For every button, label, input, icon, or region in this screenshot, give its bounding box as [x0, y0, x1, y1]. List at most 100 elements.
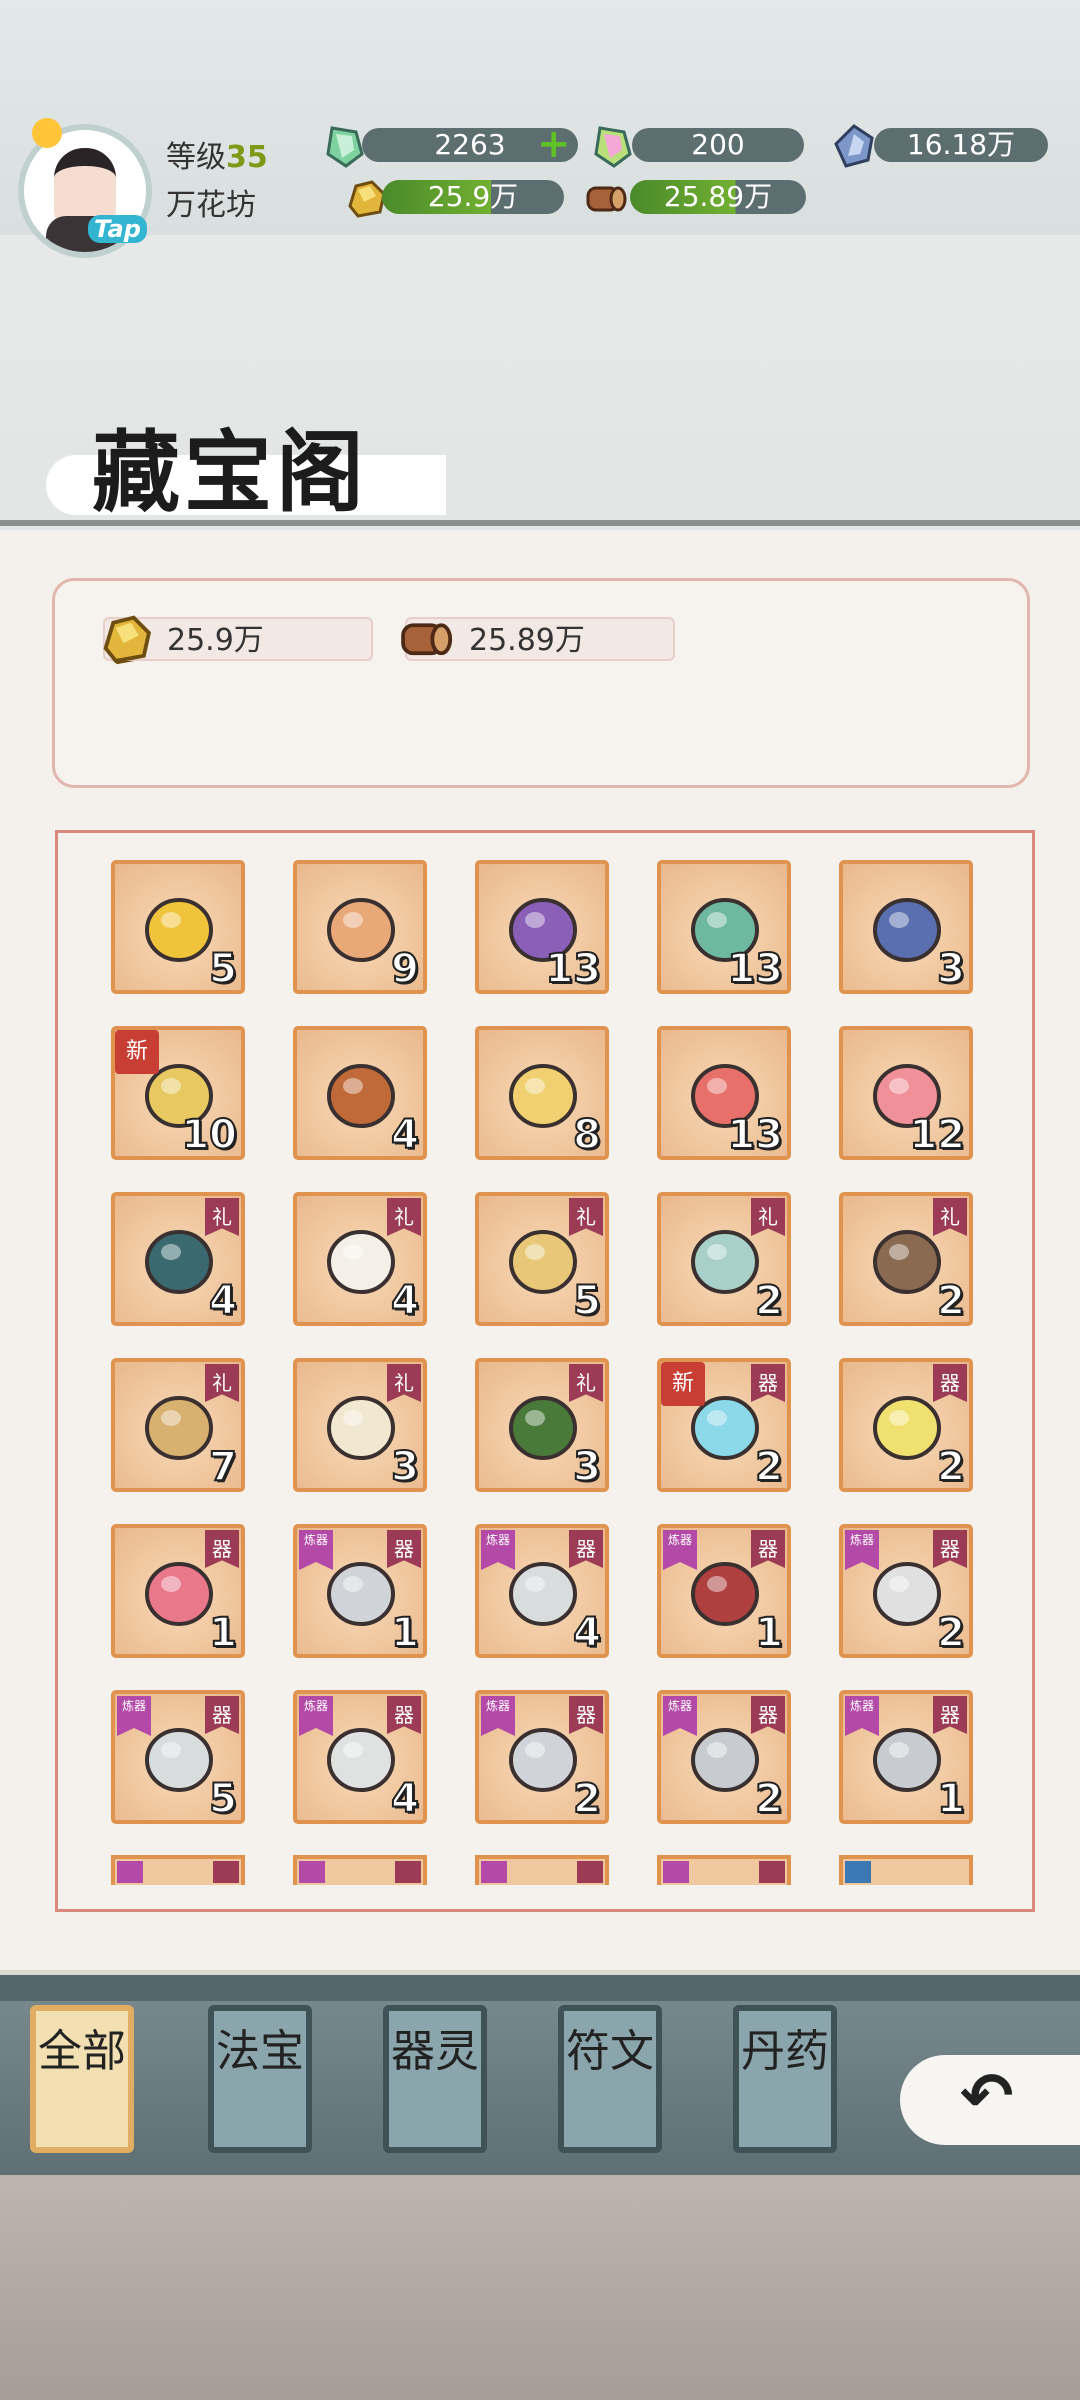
item-count: 1 — [390, 1609, 420, 1657]
back-arrow-icon: ↶ — [960, 2060, 1014, 2134]
tab-label: 法宝 — [216, 2026, 304, 2077]
tab-label: 丹药 — [741, 2026, 829, 2077]
item-slot[interactable]: 9 — [293, 860, 427, 994]
refine-tag: 炼器 — [845, 1530, 879, 1570]
item-slot[interactable]: 13 — [657, 1026, 791, 1160]
item-slot[interactable]: 13 — [475, 860, 609, 994]
item-count: 13 — [544, 945, 602, 993]
category-tag: 器 — [751, 1530, 785, 1568]
item-slot[interactable]: 礼2 — [657, 1192, 791, 1326]
sun-icon — [32, 118, 62, 148]
refine-tag: 炼器 — [117, 1696, 151, 1736]
storage-wood-icon — [401, 623, 453, 656]
level-value: 35 — [226, 140, 268, 175]
item-slot[interactable]: 礼3 — [475, 1358, 609, 1492]
wood-amount: 25.89万 — [630, 180, 806, 214]
category-tag: 礼 — [205, 1198, 239, 1236]
item-slot[interactable]: 器 炼器 2 — [657, 1690, 791, 1824]
item-slot[interactable]: 器 炼器 1 — [657, 1524, 791, 1658]
item-slot[interactable]: 3 — [839, 860, 973, 994]
item-slot[interactable]: 器 炼器 2 — [475, 1690, 609, 1824]
storage-gold-ore-icon — [103, 615, 152, 663]
item-slot[interactable]: 礼4 — [293, 1192, 427, 1326]
category-tag: 礼 — [387, 1364, 421, 1402]
category-tag: 器 — [751, 1696, 785, 1734]
tab-rune[interactable]: 符文 — [558, 2005, 662, 2153]
category-tag: 礼 — [751, 1198, 785, 1236]
level-display: 等级35 — [166, 132, 268, 176]
item-count: 5 — [572, 1277, 602, 1325]
item-slot[interactable]: 器 炼器 1 — [839, 1690, 973, 1824]
item-count: 4 — [390, 1775, 420, 1823]
item-count: 2 — [936, 1443, 966, 1491]
item-count: 1 — [754, 1609, 784, 1657]
item-count: 8 — [572, 1111, 602, 1159]
item-count: 2 — [572, 1775, 602, 1823]
item-slot[interactable]: 器 炼器 1 — [293, 1524, 427, 1658]
item-count: 2 — [754, 1277, 784, 1325]
storage-resource-panel: 25.9万 25.89万 — [52, 578, 1030, 788]
item-count: 12 — [908, 1111, 966, 1159]
item-slot-partial[interactable] — [657, 1855, 791, 1885]
item-slot[interactable]: 8 — [475, 1026, 609, 1160]
item-count: 4 — [390, 1111, 420, 1159]
item-count: 4 — [390, 1277, 420, 1325]
item-slot[interactable]: 5 — [111, 860, 245, 994]
background-ground — [0, 2175, 1080, 2400]
category-tag: 器 — [387, 1696, 421, 1734]
page-title: 藏宝阁 — [92, 420, 369, 524]
tab-weapon-spirit[interactable]: 器灵 — [383, 2005, 487, 2153]
item-slot[interactable]: 13 — [657, 860, 791, 994]
item-slot-partial[interactable] — [839, 1855, 973, 1885]
item-slot[interactable]: 4 — [293, 1026, 427, 1160]
item-grid-panel: 5 9 13 13 3 新 10 4 8 13 12 礼 4 礼 4 礼 5 礼… — [55, 830, 1035, 1912]
item-slot[interactable]: 器 炼器 4 — [475, 1524, 609, 1658]
category-tag: 礼 — [569, 1198, 603, 1236]
item-count: 9 — [390, 945, 420, 993]
add-jade-button[interactable]: + — [537, 124, 573, 164]
item-slot[interactable]: 12 — [839, 1026, 973, 1160]
item-slot-partial[interactable] — [293, 1855, 427, 1885]
item-count: 10 — [180, 1111, 238, 1159]
category-tag: 器 — [205, 1530, 239, 1568]
item-slot[interactable]: 礼7 — [111, 1358, 245, 1492]
tab-treasure[interactable]: 法宝 — [208, 2005, 312, 2153]
item-slot[interactable]: 器2 — [839, 1358, 973, 1492]
rainbow-jade-amount: 200 — [632, 128, 804, 162]
item-slot-partial[interactable] — [111, 1855, 245, 1885]
item-count: 4 — [208, 1277, 238, 1325]
item-slot[interactable]: 器1 — [111, 1524, 245, 1658]
category-tag: 器 — [387, 1530, 421, 1568]
item-count: 2 — [936, 1609, 966, 1657]
item-slot[interactable]: 礼4 — [111, 1192, 245, 1326]
item-count: 5 — [208, 1775, 238, 1823]
item-slot[interactable]: 器 新 2 — [657, 1358, 791, 1492]
avatar-tap-badge[interactable]: Tap — [88, 215, 147, 243]
item-count: 7 — [208, 1443, 238, 1491]
item-slot[interactable]: 器 炼器 4 — [293, 1690, 427, 1824]
item-grid: 5 9 13 13 3 新 10 4 8 13 12 礼 4 礼 4 礼 5 礼… — [111, 860, 973, 1824]
spirit-crystal-icon — [834, 124, 874, 168]
item-slot[interactable]: 器 炼器 2 — [839, 1524, 973, 1658]
gold-ore-amount: 25.9万 — [382, 180, 564, 214]
item-slot[interactable]: 器 炼器 5 — [111, 1690, 245, 1824]
tab-label: 全部 — [38, 2026, 126, 2077]
item-count: 2 — [754, 1443, 784, 1491]
tab-all[interactable]: 全部 — [30, 2005, 134, 2153]
category-tag: 礼 — [205, 1364, 239, 1402]
item-slot[interactable]: 礼5 — [475, 1192, 609, 1326]
spirit-crystal-amount: 16.18万 — [874, 128, 1048, 162]
item-slot[interactable]: 礼3 — [293, 1358, 427, 1492]
tab-elixir[interactable]: 丹药 — [733, 2005, 837, 2153]
level-label: 等级 — [166, 140, 226, 175]
category-tag: 器 — [933, 1530, 967, 1568]
new-badge: 新 — [115, 1030, 159, 1074]
item-count: 13 — [726, 1111, 784, 1159]
item-slot[interactable]: 礼2 — [839, 1192, 973, 1326]
refine-tag: 炼器 — [481, 1530, 515, 1570]
refine-tag: 炼器 — [663, 1530, 697, 1570]
tab-label: 符文 — [566, 2026, 654, 2077]
item-slot[interactable]: 新 10 — [111, 1026, 245, 1160]
item-slot-partial[interactable] — [475, 1855, 609, 1885]
category-tag: 器 — [569, 1696, 603, 1734]
